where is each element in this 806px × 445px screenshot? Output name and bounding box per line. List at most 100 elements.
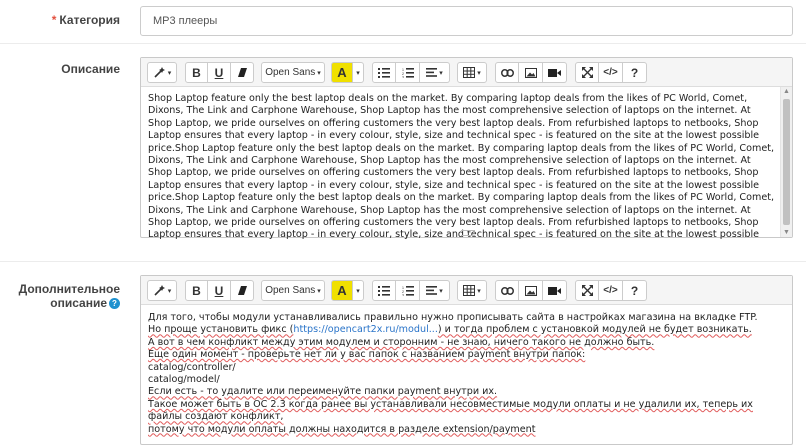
scroll-up-arrow-icon[interactable]: ▲ (783, 88, 790, 95)
description-scrollbar[interactable]: ▲ ▼ (780, 87, 792, 237)
magic-wand-icon (154, 67, 165, 78)
additional-label-line1: Дополнительное (18, 282, 120, 296)
line-text: Для того, чтобы модули устанавливались п… (148, 312, 758, 323)
required-asterisk: * (51, 13, 57, 27)
bold-button[interactable]: B (185, 280, 208, 301)
link-button[interactable] (495, 280, 519, 301)
additional-line: Для того, чтобы модули устанавливались п… (148, 312, 785, 324)
help-circle-icon[interactable]: ? (109, 298, 120, 310)
help-button[interactable]: ? (623, 62, 647, 83)
additional-line: Если есть - то удалите или переименуйте … (148, 386, 785, 398)
additional-line: Еще один момент - проверьте нет ли у вас… (148, 349, 785, 361)
video-icon (548, 286, 561, 295)
color-dropdown[interactable]: ▾ (353, 62, 364, 83)
font-dropdown[interactable]: Open Sans ▾ (261, 280, 325, 301)
additional-line: catalog/model/ (148, 374, 785, 386)
ordered-list-icon: 123 (402, 285, 414, 296)
fullscreen-icon (581, 285, 593, 296)
link-icon (500, 286, 514, 295)
code-view-button[interactable]: </> (599, 280, 623, 301)
additional-line: Но проще установить фикс (https://openca… (148, 324, 785, 336)
description-content[interactable]: Shop Laptop feature only the best laptop… (141, 87, 792, 239)
additional-line: потому что модули оплаты должны находитс… (148, 424, 785, 436)
image-icon (524, 285, 537, 296)
underline-button[interactable]: U (208, 62, 231, 83)
magic-wand-icon (154, 285, 165, 296)
ordered-list-icon: 123 (402, 67, 414, 78)
image-button[interactable] (519, 62, 543, 83)
svg-text:3: 3 (402, 75, 404, 78)
line-text: ) и тогда проблем с установкой модулей н… (437, 324, 752, 336)
style-button[interactable]: ▾ (147, 62, 177, 83)
scrollbar-thumb[interactable] (783, 99, 790, 225)
underline-button[interactable]: U (208, 280, 231, 301)
line-text: потому что модули оплаты должны находитс… (148, 423, 536, 435)
editor-toolbar: ▾ B U Open Sans ▾ A ▾ 123 ▾ ▾ </> ? (141, 276, 792, 305)
table-button[interactable]: ▾ (457, 280, 487, 301)
line-text: Такое может быть в ОС 2.3 когда ранее вы… (148, 398, 753, 423)
svg-text:3: 3 (402, 293, 404, 296)
align-icon (426, 68, 438, 77)
additional-line: catalog/controller/ (148, 362, 785, 374)
color-button[interactable]: A (331, 62, 353, 83)
video-button[interactable] (543, 280, 567, 301)
scroll-down-arrow-icon[interactable]: ▼ (783, 229, 790, 236)
fullscreen-button[interactable] (575, 62, 599, 83)
additional-label-line2: описание (50, 296, 107, 310)
link-button[interactable] (495, 62, 519, 83)
help-button[interactable]: ? (623, 280, 647, 301)
image-icon (524, 67, 537, 78)
unordered-list-icon (378, 285, 390, 296)
line-text: А вот в чем конфликт между этим модулем … (148, 336, 655, 348)
align-button[interactable]: ▾ (420, 280, 450, 301)
font-name: Open Sans (265, 285, 316, 296)
resize-handle[interactable] (461, 230, 475, 236)
line-text: Если есть - то удалите или переименуйте … (148, 386, 498, 398)
code-view-button[interactable]: </> (599, 62, 623, 83)
eraser-icon (237, 68, 247, 77)
eraser-icon (237, 286, 247, 295)
unordered-list-icon (378, 67, 390, 78)
ordered-list-button[interactable]: 123 (396, 62, 420, 83)
table-icon (463, 67, 476, 78)
line-text: catalog/model/ (148, 374, 220, 386)
unordered-list-button[interactable] (372, 62, 396, 83)
divider (0, 43, 806, 44)
category-label: * Категория (52, 13, 120, 27)
fullscreen-button[interactable] (575, 280, 599, 301)
color-button[interactable]: A (331, 280, 353, 301)
additional-label: Дополнительное описание? (19, 282, 120, 310)
font-name: Open Sans (265, 67, 316, 78)
additional-editor[interactable]: ▾ B U Open Sans ▾ A ▾ 123 ▾ ▾ </> ? Для … (140, 275, 793, 445)
description-text: Shop Laptop feature only the best laptop… (148, 93, 775, 239)
category-label-text: Категория (59, 13, 120, 27)
video-icon (548, 68, 561, 77)
eraser-button[interactable] (231, 280, 254, 301)
image-button[interactable] (519, 280, 543, 301)
table-icon (463, 285, 476, 296)
color-dropdown[interactable]: ▾ (353, 280, 364, 301)
additional-line: А вот в чем конфликт между этим модулем … (148, 337, 785, 349)
editor-toolbar: ▾ B U Open Sans ▾ A ▾ 123 ▾ ▾ </> ? (141, 58, 792, 87)
unordered-list-button[interactable] (372, 280, 396, 301)
align-button[interactable]: ▾ (420, 62, 450, 83)
align-icon (426, 286, 438, 295)
fix-link[interactable]: https://opencart2x.ru/modul... (293, 324, 437, 335)
description-label: Описание (61, 62, 120, 76)
eraser-button[interactable] (231, 62, 254, 83)
line-text: Но проще установить фикс ( (148, 324, 294, 336)
ordered-list-button[interactable]: 123 (396, 280, 420, 301)
category-input[interactable]: MP3 плееры (140, 6, 793, 36)
style-button[interactable]: ▾ (147, 280, 177, 301)
link-icon (500, 68, 514, 77)
bold-button[interactable]: B (185, 62, 208, 83)
divider (0, 261, 806, 262)
line-text: catalog/controller/ (148, 361, 236, 373)
font-dropdown[interactable]: Open Sans ▾ (261, 62, 325, 83)
video-button[interactable] (543, 62, 567, 83)
table-button[interactable]: ▾ (457, 62, 487, 83)
fullscreen-icon (581, 67, 593, 78)
additional-line: Такое может быть в ОС 2.3 когда ранее вы… (148, 399, 785, 424)
additional-content[interactable]: Для того, чтобы модули устанавливались п… (141, 305, 792, 442)
description-editor[interactable]: ▾ B U Open Sans ▾ A ▾ 123 ▾ ▾ </> ? Shop… (140, 57, 793, 239)
